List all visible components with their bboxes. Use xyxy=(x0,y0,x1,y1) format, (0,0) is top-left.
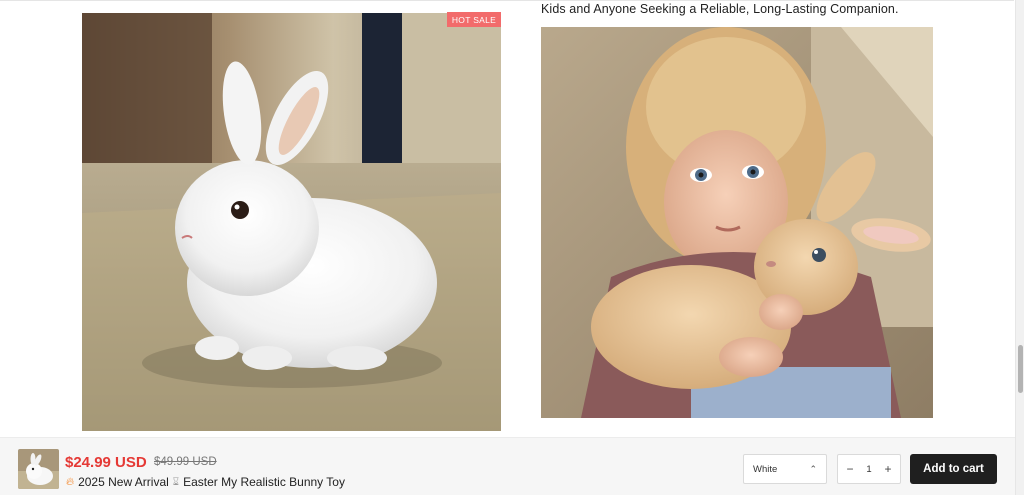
sale-price: $24.99 USD xyxy=(65,454,147,471)
compare-at-price: $49.99 USD xyxy=(154,456,217,468)
hourglass-icon: ⌛︎ xyxy=(172,476,180,488)
sticky-add-to-cart-bar: $24.99 USD $49.99 USD 🔥︎ 2025 New Arriva… xyxy=(0,437,1015,495)
description-text: Kids and Anyone Seeking a Reliable, Long… xyxy=(541,2,899,16)
add-to-cart-button[interactable]: Add to cart xyxy=(910,454,997,484)
girl-holding-bunny-image[interactable] xyxy=(541,27,933,418)
product-thumbnail[interactable] xyxy=(18,449,59,489)
quantity-stepper[interactable]: − 1 + xyxy=(837,454,901,484)
variant-select[interactable]: White ⌃ xyxy=(743,454,827,484)
product-title: 🔥︎ 2025 New Arrival ⌛︎ Easter My Realist… xyxy=(66,475,345,489)
quantity-value[interactable]: 1 xyxy=(866,464,871,475)
top-divider xyxy=(0,0,1014,1)
quantity-decrease-button[interactable]: − xyxy=(844,462,856,476)
product-page: HOT SALE Kids and Anyone Seeking a Relia… xyxy=(0,0,1024,495)
bunny-product-image[interactable] xyxy=(82,13,501,431)
fire-icon: 🔥︎ xyxy=(66,475,75,488)
hot-sale-badge: HOT SALE xyxy=(447,12,501,27)
product-title-name: Easter My Realistic Bunny Toy xyxy=(183,475,345,489)
product-title-prefix: 2025 New Arrival xyxy=(78,475,169,489)
chevron-up-icon: ⌃ xyxy=(809,463,817,474)
variant-value: White xyxy=(753,463,778,475)
scrollbar-thumb[interactable] xyxy=(1018,345,1023,393)
page-scrollbar[interactable] xyxy=(1015,0,1024,495)
quantity-increase-button[interactable]: + xyxy=(882,462,894,476)
